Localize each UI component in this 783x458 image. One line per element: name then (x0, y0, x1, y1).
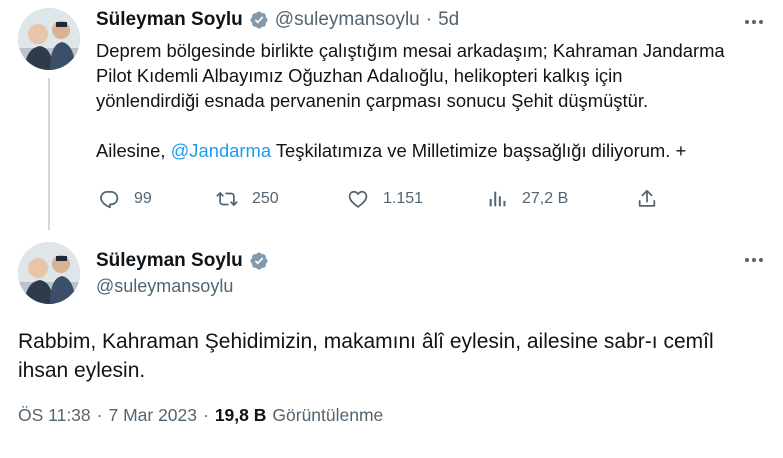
like-button[interactable]: 1.151 (347, 186, 423, 212)
like-count: 1.151 (383, 190, 424, 207)
thread-connector (48, 78, 50, 230)
avatar[interactable] (18, 8, 80, 70)
tweet-time[interactable]: 5d (438, 9, 459, 31)
verified-badge-icon (249, 10, 269, 30)
separator-dot: · (425, 9, 433, 30)
author-name[interactable]: Süleyman Soylu (96, 250, 243, 272)
tweet-header: Süleyman Soylu @suleymansoylu · 5d (96, 8, 459, 32)
tweet-line: Rabbim, Kahraman Şehidimizin, makamını â… (18, 330, 714, 353)
tweet-line: Deprem bölgesinde birlikte çalıştığım me… (96, 40, 725, 61)
share-icon (636, 188, 658, 210)
author-handle[interactable]: @suleymansoylu (96, 276, 233, 297)
separator-dot: · (203, 404, 209, 425)
avatar[interactable] (18, 242, 80, 304)
retweet-count: 250 (252, 190, 279, 207)
separator-dot: · (96, 404, 103, 425)
author-handle[interactable]: @suleymansoylu (275, 9, 420, 31)
tweet-time[interactable]: ÖS 11:38 (18, 405, 91, 426)
tweet-text-fragment: Teşkilatımıza ve Milletimize başsağlığı … (271, 140, 687, 161)
verified-badge-icon (249, 251, 269, 271)
views-label: Görüntülenme (272, 404, 384, 425)
tweet-line: ihsan eylesin. (18, 359, 146, 382)
reply-button[interactable]: 99 (98, 186, 152, 212)
tweet-date[interactable]: 7 Mar 2023 (108, 405, 197, 426)
tweet-actions: 99 250 1.151 27,2 B (96, 186, 676, 212)
tweet-author: Süleyman Soylu (96, 249, 275, 273)
reply-count: 99 (134, 190, 152, 207)
author-name[interactable]: Süleyman Soylu (96, 9, 243, 31)
tweet-metadata: ÖS 11:38 · 7 Mar 2023 · 19,8 B Görüntüle… (18, 403, 383, 427)
tweet-text: Deprem bölgesinde birlikte çalıştığım me… (96, 38, 766, 163)
reply-icon (98, 188, 120, 210)
share-button[interactable] (636, 186, 658, 212)
tweet-line: Pilot Kıdemli Albayımız Oğuzhan Adalıoğl… (96, 65, 623, 86)
views-count: 27,2 B (522, 190, 569, 207)
analytics-icon (486, 188, 508, 210)
more-dots-icon[interactable] (741, 250, 767, 270)
retweet-button[interactable]: 250 (216, 186, 279, 212)
views-button[interactable]: 27,2 B (486, 186, 568, 212)
tweet-text-fragment: Ailesine, (96, 140, 171, 161)
retweet-icon (216, 188, 238, 210)
mention-link[interactable]: @Jandarma (171, 140, 271, 161)
more-dots-icon[interactable] (741, 12, 767, 32)
tweet-line: yönlendirdiği esnada pervanenin çarpması… (96, 90, 649, 111)
tweet-line: Ailesine, @Jandarma Teşkilatımıza ve Mil… (96, 138, 766, 163)
tweet-text: Rabbim, Kahraman Şehidimizin, makamını â… (18, 327, 768, 385)
heart-icon (347, 188, 369, 210)
views-count: 19,8 B (214, 404, 267, 425)
